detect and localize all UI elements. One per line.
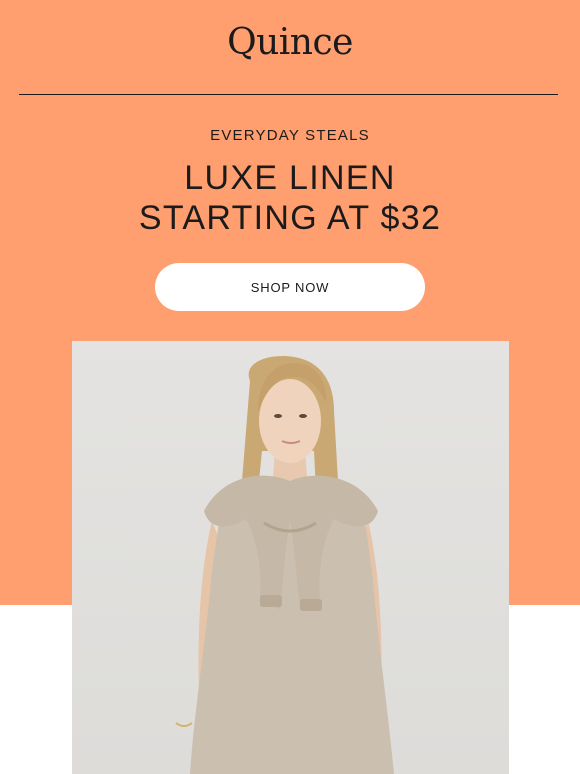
- model-illustration: [175, 356, 394, 774]
- hero-headline: LUXE LINEN STARTING AT $32: [0, 158, 580, 238]
- header-divider: [19, 94, 558, 95]
- headline-line-1: LUXE LINEN: [184, 159, 396, 197]
- headline-line-2: STARTING AT $32: [138, 199, 442, 237]
- brand-logo[interactable]: Quince: [0, 22, 580, 63]
- shop-now-button[interactable]: SHOP NOW: [155, 263, 425, 311]
- product-photo[interactable]: [72, 341, 509, 774]
- hero-eyebrow: EVERYDAY STEALS: [210, 127, 370, 144]
